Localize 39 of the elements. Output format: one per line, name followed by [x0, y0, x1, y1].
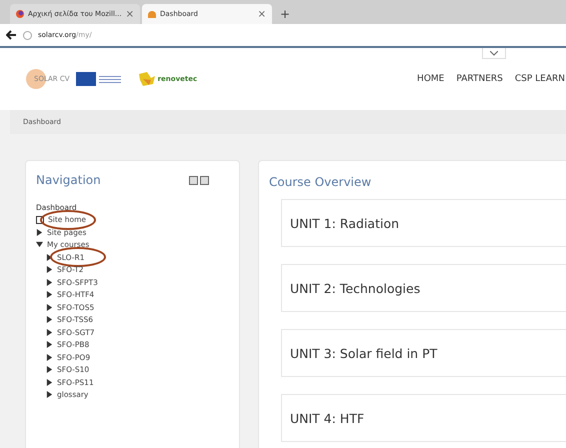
page-icon	[36, 216, 44, 224]
site-favicon-icon	[148, 10, 156, 18]
block-title: Course Overview	[269, 175, 372, 189]
dock-icon[interactable]	[200, 176, 209, 184]
collapse-icon[interactable]	[189, 176, 198, 184]
eu-logo-drawing	[76, 72, 121, 86]
collapsed-arrow-icon[interactable]	[46, 354, 53, 361]
collapsed-arrow-icon[interactable]	[46, 316, 53, 324]
unit-card[interactable]: UNIT 1: Radiation	[281, 199, 566, 247]
collapsed-arrow-icon[interactable]	[46, 378, 53, 386]
collapsed-arrow-icon[interactable]	[46, 278, 53, 286]
unit-title[interactable]: UNIT 1: Radiation	[290, 216, 400, 230]
nav-link[interactable]: PARTNERS	[456, 74, 503, 84]
nav-link[interactable]: HOME	[417, 74, 444, 84]
collapsed-arrow-icon[interactable]	[46, 304, 53, 311]
nav-link[interactable]: CSP LEARN	[514, 74, 565, 84]
expanded-arrow-icon[interactable]	[36, 241, 43, 248]
unit-title[interactable]: UNIT 2: Technologies	[290, 280, 420, 296]
close-tab-button[interactable]: ×	[126, 8, 134, 20]
collapsed-arrow-icon[interactable]	[46, 291, 53, 298]
collapsed-arrow-icon[interactable]	[46, 391, 53, 398]
close-tab-button[interactable]: ×	[258, 8, 266, 20]
unit-card[interactable]: UNIT 4: HTF	[281, 394, 566, 442]
dropdown-tab[interactable]	[482, 48, 506, 59]
collapsed-arrow-icon[interactable]	[46, 341, 53, 348]
unit-card[interactable]: UNIT 2: Technologies	[281, 264, 566, 312]
block-title: Navigation	[36, 173, 101, 187]
back-arrow-icon[interactable]	[6, 30, 17, 40]
collapsed-arrow-icon[interactable]	[36, 228, 43, 236]
browser-logo-icon	[16, 10, 24, 18]
unit-title[interactable]: UNIT 3: Solar field in PT	[290, 346, 438, 360]
unit-title[interactable]: UNIT 4: HTF	[290, 410, 364, 426]
collapsed-arrow-icon[interactable]	[46, 266, 53, 274]
new-tab-button[interactable]: +	[280, 7, 290, 21]
chevron-down-icon	[490, 50, 498, 56]
collapsed-arrow-icon[interactable]	[46, 328, 53, 336]
unit-card[interactable]: UNIT 3: Solar field in PT	[281, 329, 566, 377]
collapsed-arrow-icon[interactable]	[46, 254, 53, 261]
collapsed-arrow-icon[interactable]	[46, 366, 53, 374]
